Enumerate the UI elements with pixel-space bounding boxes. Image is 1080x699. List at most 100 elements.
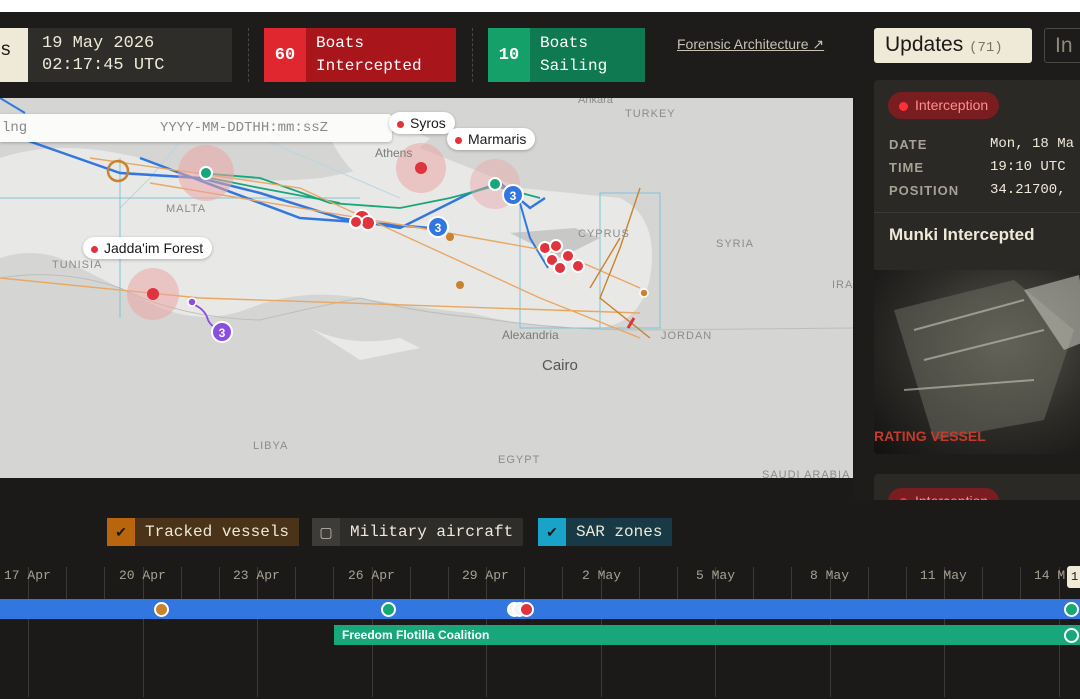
timeline-event-marker[interactable]: [154, 602, 169, 617]
country-label: TUNISIA: [52, 259, 103, 271]
timeline-tick: [257, 567, 258, 697]
location-label-syros[interactable]: Syros: [389, 112, 455, 134]
timeline-event-marker[interactable]: [381, 602, 396, 617]
timeline-date-label: 26 Apr: [348, 568, 395, 583]
timeline[interactable]: ✔ Tracked vessels ▢ Military aircraft ✔ …: [0, 500, 1080, 699]
interception-dot-icon: [899, 102, 908, 111]
header-stub: s: [0, 28, 28, 82]
country-label: TURKEY: [625, 108, 676, 120]
toggle-tracked-vessels[interactable]: ✔ Tracked vessels: [107, 518, 300, 546]
city-label: Athens: [375, 146, 413, 160]
current-time: 02:17:45 UTC: [42, 56, 165, 75]
intercepted-counter: 60 Boats Intercepted: [264, 28, 456, 82]
city-label: Alexandria: [502, 328, 559, 342]
sailing-count: 10: [488, 28, 530, 82]
location-dot-icon: [91, 245, 98, 253]
cluster-count: 3: [510, 189, 517, 203]
sailing-label-line2: Sailing: [540, 57, 608, 75]
cluster-marker[interactable]: 3: [427, 216, 449, 238]
checkbox-unchecked-icon[interactable]: ▢: [312, 518, 340, 546]
country-label: CYPRUS: [578, 228, 630, 240]
location-name: Marmaris: [468, 131, 527, 147]
clock-display: 19 May 2026 02:17:45 UTC: [28, 28, 232, 82]
toggle-label: Military aircraft: [350, 523, 514, 541]
country-label: SAUDI ARABIA: [762, 469, 851, 478]
timeline-date-label: 5 May: [696, 568, 736, 583]
location-name: Jadda'im Forest: [104, 240, 204, 256]
timeline-date-label: 17 Apr: [4, 568, 51, 583]
intercepted-label-line2: Intercepted: [316, 57, 422, 75]
update-card[interactable]: Interception DATE Mon, 18 Ma TIME 19:10 …: [874, 80, 1080, 454]
updates-count: (71): [969, 40, 1003, 56]
tab-updates[interactable]: Updates (71): [874, 28, 1032, 63]
current-date: 19 May 2026: [42, 34, 155, 53]
intercepted-label-line1: Boats: [316, 34, 365, 52]
date-key: DATE: [889, 137, 928, 152]
timeline-date-label: 8 May: [810, 568, 850, 583]
intercepted-count: 60: [264, 28, 306, 82]
timeline-date-label: 2 May: [582, 568, 622, 583]
sailing-counter: 10 Boats Sailing: [488, 28, 645, 82]
toggle-military-aircraft[interactable]: ▢ Military aircraft: [312, 518, 524, 546]
top-strip: [0, 0, 1080, 12]
country-label: IRA: [832, 279, 853, 291]
sailing-label: Boats Sailing: [530, 28, 607, 82]
timeline-date-label: 23 Apr: [233, 568, 280, 583]
photo-image: [894, 275, 1080, 440]
toggle-sar-zones[interactable]: ✔ SAR zones: [538, 518, 673, 546]
current-time-marker[interactable]: 1: [1067, 566, 1080, 588]
time-key: TIME: [889, 160, 925, 175]
country-label: LIBYA: [253, 440, 289, 452]
checkbox-checked-icon[interactable]: ✔: [538, 518, 566, 546]
toggle-label: Tracked vessels: [145, 523, 290, 541]
location-name: Syros: [410, 115, 446, 131]
coalition-track-bar[interactable]: Freedom Flotilla Coalition: [334, 625, 1080, 645]
timeline-event-marker[interactable]: [519, 602, 534, 617]
timeline-event-marker[interactable]: [1064, 628, 1079, 643]
position-key: POSITION: [889, 183, 960, 198]
toggle-label: SAR zones: [576, 523, 663, 541]
datetime-input[interactable]: YYYY-MM-DDTHH:mm:ssZ: [160, 120, 328, 136]
timeline-date-label: 20 Apr: [119, 568, 166, 583]
coordinate-search-bar[interactable]: lng YYYY-MM-DDTHH:mm:ssZ: [0, 114, 392, 142]
map-view[interactable]: 3 3 3 TURKEY Ankara MALTA TUNISIA CYPRUS…: [0, 98, 853, 478]
date-value: Mon, 18 Ma: [990, 136, 1075, 152]
city-label: Ankara: [578, 98, 613, 106]
timeline-date-label: 14 M: [1034, 568, 1066, 583]
divider: [248, 28, 249, 82]
timeline-event-marker[interactable]: [1064, 602, 1079, 617]
country-label: SYRIA: [716, 238, 755, 250]
location-dot-icon: [455, 136, 462, 144]
photo-caption: RATING VESSEL: [874, 428, 986, 444]
timeline-date-label: 29 Apr: [462, 568, 509, 583]
checkbox-checked-icon[interactable]: ✔: [107, 518, 135, 546]
sailing-label-line1: Boats: [540, 34, 589, 52]
time-value: 19:10 UTC: [990, 159, 1066, 175]
city-label: Cairo: [542, 357, 578, 374]
tab-updates-label: Updates: [885, 33, 964, 56]
lng-input[interactable]: lng: [2, 120, 27, 136]
interception-tag-label: Interception: [915, 97, 989, 113]
interception-tag: Interception: [888, 92, 1000, 119]
app-root: s 19 May 2026 02:17:45 UTC 60 Boats Inte…: [0, 0, 1080, 699]
status-header: s 19 May 2026 02:17:45 UTC 60 Boats Inte…: [0, 12, 855, 98]
cluster-marker[interactable]: 3: [211, 321, 233, 343]
forensic-architecture-link[interactable]: Forensic Architecture ↗: [677, 36, 824, 53]
timeline-tick: [143, 567, 144, 697]
cluster-count: 3: [219, 326, 226, 340]
country-label: EGYPT: [498, 454, 541, 466]
card-divider: [874, 212, 1080, 213]
cluster-marker[interactable]: 3: [502, 184, 524, 206]
location-label-jaddaim[interactable]: Jadda'im Forest: [83, 237, 213, 259]
country-label: JORDAN: [661, 330, 713, 342]
divider: [472, 28, 473, 82]
map-canvas[interactable]: 3 3 3: [0, 98, 853, 478]
timeline-date-label: 11 May: [920, 568, 967, 583]
location-dot-icon: [397, 120, 404, 128]
position-value: 34.21700,: [990, 182, 1066, 198]
coalition-label: Freedom Flotilla Coalition: [342, 628, 490, 642]
location-label-marmaris[interactable]: Marmaris: [447, 128, 536, 150]
intercepted-label: Boats Intercepted: [306, 28, 422, 82]
interception-photo[interactable]: RATING VESSEL: [874, 270, 1080, 454]
tab-next[interactable]: In: [1044, 28, 1080, 63]
